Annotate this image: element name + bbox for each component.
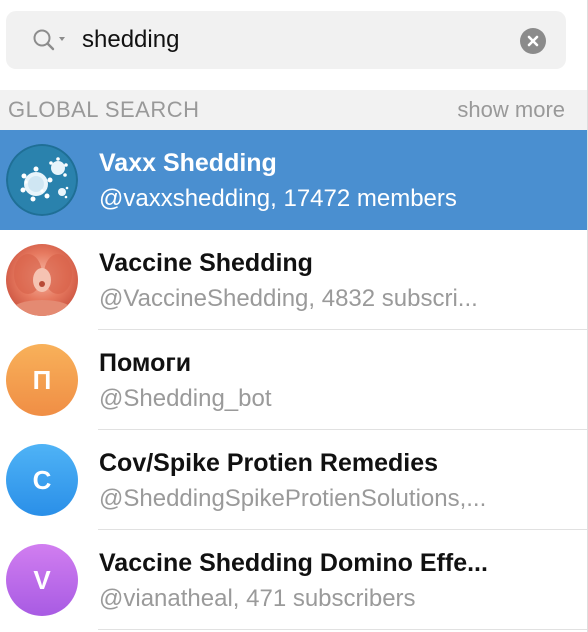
result-subtitle: @vaxxshedding, 17472 members: [99, 185, 457, 212]
avatar: [6, 244, 78, 316]
search-panel: GLOBAL SEARCH show more: [0, 0, 588, 632]
avatar: V: [6, 544, 78, 616]
result-subtitle: @vianatheal, 471 subscribers: [99, 585, 416, 612]
search-area: [0, 0, 587, 90]
photo-image: [6, 244, 78, 316]
virus-icon: [6, 144, 78, 216]
search-box[interactable]: [6, 11, 566, 69]
result-item[interactable]: П Помоги @Shedding_bot: [0, 330, 587, 430]
search-input[interactable]: [82, 20, 502, 60]
result-subtitle: @VaccineShedding, 4832 subscri...: [99, 285, 478, 312]
result-subtitle: @SheddingSpikeProtienSolutions,...: [99, 485, 487, 512]
global-search-header: GLOBAL SEARCH show more: [0, 90, 587, 130]
section-title: GLOBAL SEARCH: [8, 97, 200, 122]
show-more-link[interactable]: show more: [457, 97, 565, 123]
result-title: Vaccine Shedding: [99, 249, 313, 277]
result-item[interactable]: V Vaccine Shedding Domino Effe... @viana…: [0, 530, 587, 630]
avatar: [6, 144, 78, 216]
result-title: Vaxx Shedding: [99, 149, 277, 177]
result-title: Помоги: [99, 349, 192, 377]
divider: [98, 629, 587, 630]
result-item[interactable]: Vaxx Shedding @vaxxshedding, 17472 membe…: [0, 130, 587, 230]
result-title: Cov/Spike Protien Remedies: [99, 449, 439, 477]
avatar: П: [6, 344, 78, 416]
search-results: Vaxx Shedding @vaxxshedding, 17472 membe…: [0, 130, 587, 630]
search-icon[interactable]: [32, 27, 72, 53]
avatar: C: [6, 444, 78, 516]
avatar-letter: V: [33, 564, 51, 595]
clear-search-button[interactable]: [520, 28, 546, 54]
result-title: Vaccine Shedding Domino Effe...: [99, 549, 488, 577]
close-icon: [527, 35, 539, 47]
avatar-letter: C: [32, 464, 52, 495]
avatar-letter: П: [32, 364, 52, 395]
result-item[interactable]: C Cov/Spike Protien Remedies @SheddingSp…: [0, 430, 587, 530]
chevron-down-icon: [59, 37, 65, 41]
result-subtitle: @Shedding_bot: [99, 385, 272, 412]
result-item[interactable]: Vaccine Shedding @VaccineShedding, 4832 …: [0, 230, 587, 330]
